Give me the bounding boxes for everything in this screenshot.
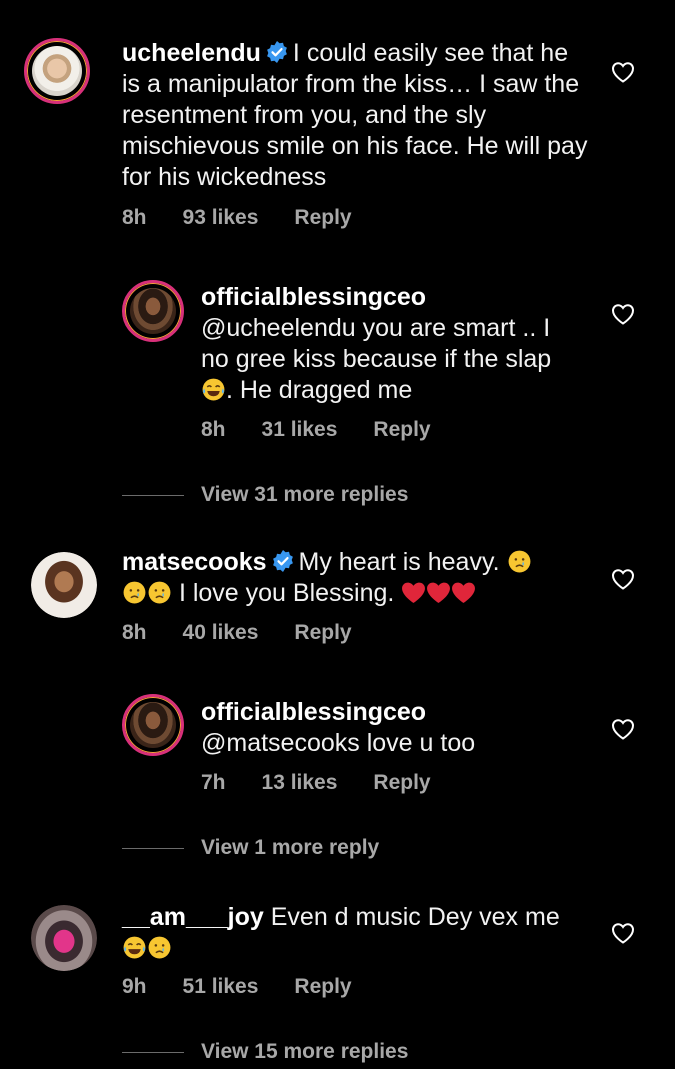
comment-text: __am___joy Even d music Dey vex me [122, 902, 592, 964]
view-more-replies-button[interactable]: View 1 more reply [122, 836, 379, 860]
likes-count[interactable]: 40 likes [183, 621, 259, 644]
comment-meta: 9h 51 likes Reply [122, 975, 388, 999]
comment-text: officialblessingceo @matsecooks love u t… [201, 697, 601, 759]
likes-count[interactable]: 93 likes [183, 206, 259, 229]
reply-button[interactable]: Reply [294, 975, 351, 998]
red-heart-emoji-icon [402, 582, 426, 603]
reply-button[interactable]: Reply [294, 621, 351, 644]
reply-button[interactable]: Reply [373, 771, 430, 794]
likes-count[interactable]: 51 likes [183, 975, 259, 998]
avatar[interactable] [122, 694, 184, 756]
view-more-replies-button[interactable]: View 31 more replies [122, 483, 408, 507]
likes-count[interactable]: 13 likes [262, 771, 338, 794]
username[interactable]: ucheelendu [122, 39, 261, 67]
username[interactable]: __am___joy [122, 903, 264, 931]
comment-text: ucheelendu I could easily see that he is … [122, 39, 588, 191]
reply-button[interactable]: Reply [373, 418, 430, 441]
comment-text: matsecooks My heart is heavy. I love you … [122, 547, 592, 609]
avatar[interactable] [122, 280, 184, 342]
red-heart-emoji-icon [427, 582, 451, 603]
comment-meta: 8h 40 likes Reply [122, 621, 388, 645]
avatar[interactable] [31, 552, 97, 618]
like-heart-icon[interactable] [611, 922, 635, 944]
tears-of-joy-emoji-icon [123, 936, 146, 959]
verified-badge-icon [272, 550, 293, 572]
avatar[interactable] [31, 905, 97, 971]
avatar[interactable] [24, 38, 90, 104]
username[interactable]: officialblessingceo [201, 282, 601, 313]
crying-face-emoji-icon [148, 581, 171, 604]
tears-of-joy-emoji-icon [202, 378, 225, 401]
like-heart-icon[interactable] [611, 568, 635, 590]
red-heart-emoji-icon [452, 582, 476, 603]
comment-meta: 7h 13 likes Reply [201, 771, 467, 795]
reply-button[interactable]: Reply [294, 206, 351, 229]
divider-line [122, 494, 184, 496]
timestamp: 8h [201, 418, 226, 441]
username[interactable]: matsecooks [122, 548, 267, 576]
comment-meta: 8h 31 likes Reply [201, 418, 467, 442]
timestamp: 8h [122, 206, 147, 229]
timestamp: 9h [122, 975, 147, 998]
like-heart-icon[interactable] [611, 303, 635, 325]
username[interactable]: officialblessingceo [201, 697, 601, 728]
view-more-replies-button[interactable]: View 15 more replies [122, 1040, 408, 1064]
crying-face-emoji-icon [123, 581, 146, 604]
crying-face-emoji-icon [508, 550, 530, 573]
like-heart-icon[interactable] [611, 718, 635, 740]
divider-line [122, 847, 184, 849]
verified-badge-icon [267, 41, 287, 63]
timestamp: 8h [122, 621, 147, 644]
timestamp: 7h [201, 771, 226, 794]
comment-text: officialblessingceo @ucheelendu you are … [201, 282, 601, 406]
crying-face-emoji-icon [148, 936, 171, 959]
like-heart-icon[interactable] [611, 61, 635, 83]
divider-line [122, 1051, 184, 1053]
comment-meta: 8h 93 likes Reply [122, 206, 388, 230]
likes-count[interactable]: 31 likes [262, 418, 338, 441]
